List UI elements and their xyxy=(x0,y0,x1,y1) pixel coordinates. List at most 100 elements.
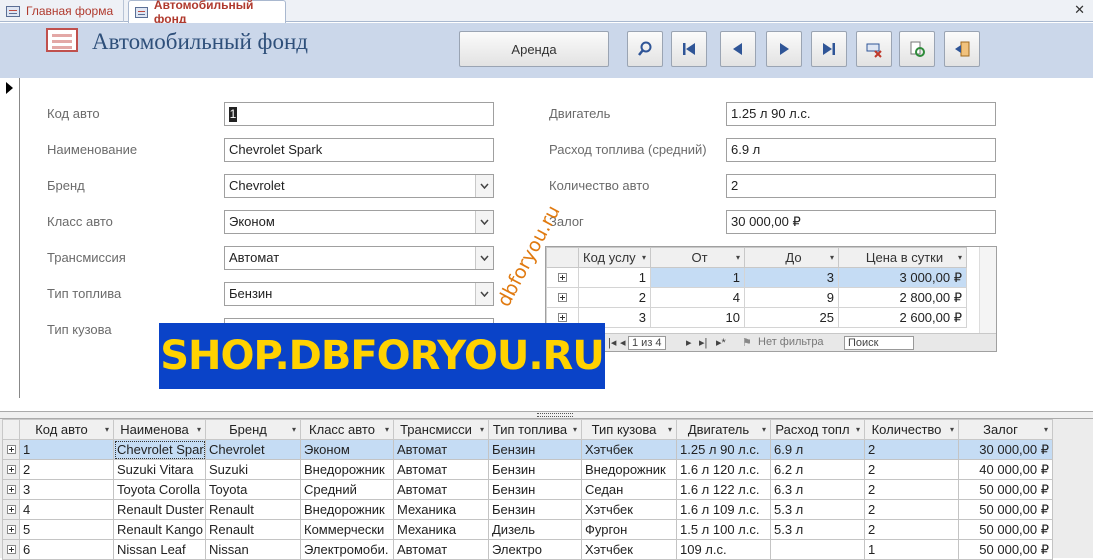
cell[interactable]: Toyota xyxy=(205,479,301,500)
table-row[interactable]: 1 Chevrolet Spar Chevrolet Эконом Автомат Бен… xyxy=(2,439,1053,460)
split-form-splitter[interactable] xyxy=(0,411,1093,419)
cell[interactable]: 6 xyxy=(19,539,114,560)
cell[interactable]: Бензин xyxy=(488,479,582,500)
dropdown-arrow-icon[interactable] xyxy=(475,175,493,197)
sort-arrow-icon[interactable]: ▾ xyxy=(642,253,646,262)
cell[interactable]: Chevrolet Spar xyxy=(113,439,206,460)
sort-arrow-icon[interactable]: ▾ xyxy=(830,253,834,262)
cell[interactable]: 1.6 л 120 л.с. xyxy=(676,459,771,480)
expand-cell[interactable] xyxy=(546,287,579,308)
delete-record-button[interactable] xyxy=(856,31,892,67)
cell[interactable]: 5.3 л xyxy=(770,499,865,520)
cell[interactable]: 1.5 л 100 л.с. xyxy=(676,519,771,540)
fuel-consumption-field[interactable]: 6.9 л xyxy=(726,138,996,162)
close-icon[interactable]: ✕ xyxy=(1074,2,1085,18)
sort-arrow-icon[interactable]: ▾ xyxy=(668,425,672,434)
cell[interactable]: 2 800,00 ₽ xyxy=(838,287,967,308)
col-engine[interactable]: Двигатель ▾ xyxy=(676,419,771,440)
nav-first-icon[interactable]: |◂ xyxy=(608,336,616,349)
cell[interactable]: 3 000,00 ₽ xyxy=(838,267,967,288)
cell[interactable]: 1.6 л 109 л.с. xyxy=(676,499,771,520)
rent-button[interactable]: Аренда xyxy=(459,31,609,67)
cell[interactable]: 50 000,00 ₽ xyxy=(958,539,1053,560)
cell[interactable]: Внедорожник xyxy=(581,459,677,480)
filter-icon[interactable]: ⚑ xyxy=(742,336,752,349)
filter-status[interactable]: Нет фильтра xyxy=(758,336,824,348)
name-field[interactable]: Chevrolet Spark xyxy=(224,138,494,162)
sort-arrow-icon[interactable]: ▾ xyxy=(385,425,389,434)
expand-icon[interactable] xyxy=(558,313,567,322)
row-selector[interactable] xyxy=(2,539,20,560)
cell[interactable]: 2 xyxy=(578,287,651,308)
cell[interactable]: Бензин xyxy=(488,459,582,480)
cell[interactable]: 40 000,00 ₽ xyxy=(958,459,1053,480)
car-id-field[interactable]: 1 xyxy=(224,102,494,126)
dropdown-arrow-icon[interactable] xyxy=(475,247,493,269)
search-button[interactable] xyxy=(627,31,663,67)
expand-icon[interactable] xyxy=(6,525,16,534)
next-record-button[interactable] xyxy=(766,31,802,67)
col-deposit[interactable]: Залог ▾ xyxy=(958,419,1053,440)
cell[interactable]: 2 xyxy=(864,479,959,500)
cell[interactable]: 10 xyxy=(650,307,745,328)
table-row[interactable]: 4 Renault Duster Renault Внедорожник Механик… xyxy=(2,499,1053,520)
search-box[interactable]: Поиск xyxy=(844,336,914,350)
engine-field[interactable]: 1.25 л 90 л.с. xyxy=(726,102,996,126)
cell[interactable]: 3 xyxy=(19,479,114,500)
table-row[interactable]: 2 Suzuki Vitara Suzuki Внедорожник Автомат Бе… xyxy=(2,459,1053,480)
expand-icon[interactable] xyxy=(6,465,16,474)
fuel-combo[interactable]: Бензин xyxy=(224,282,494,306)
table-row[interactable]: 3 Toyota Corolla Toyota Средний Автомат Бензи… xyxy=(2,479,1053,500)
expand-icon[interactable] xyxy=(558,273,567,282)
col-car-id[interactable]: Код авто ▾ xyxy=(19,419,114,440)
row-selector-header[interactable] xyxy=(546,247,579,268)
col-count[interactable]: Количество ▾ xyxy=(864,419,959,440)
sort-arrow-icon[interactable]: ▾ xyxy=(105,425,109,434)
cell[interactable]: Бензин xyxy=(488,499,582,520)
sort-arrow-icon[interactable]: ▾ xyxy=(292,425,296,434)
cell[interactable]: 50 000,00 ₽ xyxy=(958,519,1053,540)
cell[interactable]: Электро xyxy=(488,539,582,560)
cell[interactable]: Эконом xyxy=(300,439,394,460)
cell[interactable]: 2 xyxy=(864,519,959,540)
sort-arrow-icon[interactable]: ▾ xyxy=(573,425,577,434)
cell[interactable]: 2 xyxy=(864,439,959,460)
cell[interactable]: Suzuki xyxy=(205,459,301,480)
expand-icon[interactable] xyxy=(6,545,16,554)
cell[interactable]: Электромоби. xyxy=(300,539,394,560)
col-class[interactable]: Класс авто ▾ xyxy=(300,419,394,440)
nav-new-icon[interactable]: ▸* xyxy=(716,336,726,349)
expand-cell[interactable] xyxy=(546,267,579,288)
car-count-field[interactable]: 2 xyxy=(726,174,996,198)
cell[interactable]: Автомат xyxy=(393,439,489,460)
splitter-grip-icon[interactable] xyxy=(537,413,573,417)
cell[interactable]: Хэтчбек xyxy=(581,439,677,460)
cell[interactable]: Renault xyxy=(205,499,301,520)
nav-prev-icon[interactable]: ◂ xyxy=(620,336,626,349)
transmission-combo[interactable]: Автомат xyxy=(224,246,494,270)
record-number-input[interactable]: 1 из 4 xyxy=(628,336,666,350)
cell[interactable]: Автомат xyxy=(393,539,489,560)
cell[interactable]: Бензин xyxy=(488,439,582,460)
expand-icon[interactable] xyxy=(6,445,16,454)
cell[interactable]: 30 000,00 ₽ xyxy=(958,439,1053,460)
cell[interactable]: Автомат xyxy=(393,459,489,480)
deposit-field[interactable]: 30 000,00 ₽ xyxy=(726,210,996,234)
col-consumption[interactable]: Расход топл ▾ xyxy=(770,419,865,440)
row-selector[interactable] xyxy=(2,439,20,460)
col-fuel[interactable]: Тип топлива ▾ xyxy=(488,419,582,440)
cell[interactable]: 50 000,00 ₽ xyxy=(958,499,1053,520)
cell[interactable]: Toyota Corolla xyxy=(113,479,206,500)
nav-next-icon[interactable]: ▸ xyxy=(686,336,692,349)
cell[interactable]: Renault Duster xyxy=(113,499,206,520)
col-transmission[interactable]: Трансмисси ▾ xyxy=(393,419,489,440)
cell[interactable]: Механика xyxy=(393,499,489,520)
cell[interactable]: Suzuki Vitara xyxy=(113,459,206,480)
cell[interactable]: Автомат xyxy=(393,479,489,500)
cell[interactable]: 4 xyxy=(650,287,745,308)
row-selector[interactable] xyxy=(2,499,20,520)
cell[interactable]: Nissan Leaf xyxy=(113,539,206,560)
expand-icon[interactable] xyxy=(558,293,567,302)
cell[interactable]: 6.3 л xyxy=(770,479,865,500)
sort-arrow-icon[interactable]: ▾ xyxy=(736,253,740,262)
